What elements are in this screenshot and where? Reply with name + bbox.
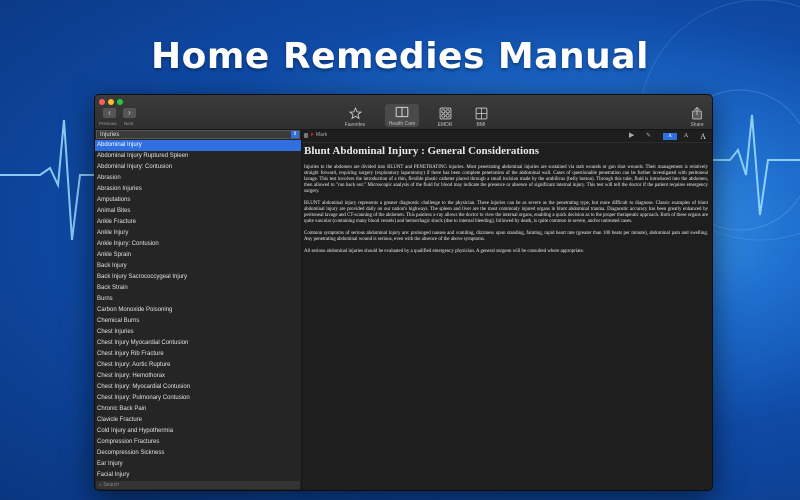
previous-button[interactable]: ‹ [103,108,116,118]
list-item[interactable]: Abdominal Injury [95,140,301,151]
list-item[interactable]: Chemical Burns [95,316,301,327]
list-item[interactable]: Compression Fractures [95,437,301,448]
list-item[interactable]: Clavicle Fracture [95,415,301,426]
calculator-icon [475,107,487,119]
list-item[interactable]: Back Injury Sacrococcygeal Injury [95,272,301,283]
play-icon[interactable]: ▶ [629,132,634,140]
list-item[interactable]: Back Injury [95,261,301,272]
font-small-button[interactable]: A [663,133,677,140]
next-button[interactable]: › [123,108,136,118]
edit-icon[interactable]: ✎ [646,132,651,140]
next-label: Next [124,121,134,126]
category-select[interactable]: Injuries ⇕ [96,130,300,139]
list-item[interactable]: Ankle Fracture [95,217,301,228]
previous-label: Previous [99,121,117,126]
health-care-button[interactable]: Health Care [385,104,419,127]
list-item[interactable]: Chest Injury: Pulmonary Contusion [95,393,301,404]
sidebar: Injuries ⇕ Abdominal Injury Abdominal Inj… [95,130,302,490]
emdr-button[interactable]: EMDR [428,105,462,128]
app-window: ‹ Previous › Next Favorites Health Care [94,94,713,491]
article-toolbar: ➤ Mark ▶ ✎ A A A [302,130,712,143]
mark-arrow-icon: ➤ [310,132,315,138]
list-item[interactable]: Chest Injury Rib Fracture [95,349,301,360]
article-pane: ➤ Mark ▶ ✎ A A A Blunt Abdominal Injury … [302,130,712,490]
list-item[interactable]: Chest Injury Myocardial Contusion [95,338,301,349]
chevron-right-icon: › [128,108,131,117]
list-item[interactable]: Carbon Monoxide Poisoning [95,305,301,316]
minimize-window-button[interactable] [108,99,114,105]
search-icon: ⌕ [99,482,102,488]
article-paragraph: BLUNT abdominal injury represents a grea… [304,201,708,224]
list-item[interactable]: Chest Injury: Myocardial Contusion [95,382,301,393]
list-item[interactable]: Abdominal Injury Ruptured Spleen [95,151,301,162]
grid-icon [439,107,451,119]
window-toolbar: ‹ Previous › Next Favorites Health Care [95,95,712,130]
list-item[interactable]: Facial Injury [95,470,301,481]
article-paragraph: All serious abdominal injuries should be… [304,249,584,254]
article-paragraph: Common symptoms of serious abdominal inj… [304,231,708,242]
favorites-button[interactable]: Favorites [338,105,372,128]
list-item[interactable]: Ankle Injury: Contusion [95,239,301,250]
article-title: Blunt Abdominal Injury : General Conside… [304,145,540,157]
zoom-window-button[interactable] [117,99,123,105]
chevron-down-icon: ⇕ [291,131,299,138]
list-item[interactable]: Abrasion [95,173,301,184]
favorites-label: Favorites [344,122,366,128]
topic-list: Abdominal Injury Abdominal Injury Rupture… [95,140,301,481]
share-icon [692,106,702,119]
list-item[interactable]: Burns [95,294,301,305]
mark-label[interactable]: Mark [316,132,327,138]
list-item[interactable]: Abrasion Injuries [95,184,301,195]
chevron-left-icon: ‹ [108,108,111,117]
font-medium-button[interactable]: A [679,133,693,140]
list-item[interactable]: Animal Bites [95,206,301,217]
bmi-button[interactable]: BMI [464,105,498,128]
font-large-button[interactable]: A [696,133,710,141]
list-item[interactable]: Chronic Back Pain [95,404,301,415]
list-item[interactable]: Ear Injury [95,459,301,470]
list-item[interactable]: Ankle Sprain [95,250,301,261]
bmi-label: BMI [476,122,486,128]
article-paragraph: Injuries to the abdomen are divided into… [304,165,708,194]
list-item[interactable]: Ankle Injury [95,228,301,239]
article-body: Blunt Abdominal Injury : General Conside… [304,145,708,261]
list-item[interactable]: Cold Injury and Hypothermia [95,426,301,437]
close-window-button[interactable] [99,99,105,105]
list-item[interactable]: Decompression Sickness [95,448,301,459]
emdr-label: EMDR [437,122,453,128]
app-title-banner: Home Remedies Manual [151,36,649,77]
list-item[interactable]: Abdominal Injury: Contusion [95,162,301,173]
list-item[interactable]: Amputations [95,195,301,206]
search-field[interactable]: ⌕ Search [96,481,300,489]
star-icon [348,106,362,119]
book-icon [395,106,409,118]
list-item[interactable]: Chest Injuries [95,327,301,338]
list-item[interactable]: Chest Injury: Aortic Rupture [95,360,301,371]
search-placeholder: Search [103,482,120,488]
share-button[interactable]: Share [685,105,709,128]
bookmark-icon[interactable] [304,133,308,138]
share-label: Share [690,122,704,128]
list-item[interactable]: Chest Injury: Hemothorax [95,371,301,382]
category-select-value: Injuries [100,132,120,138]
list-item[interactable]: Back Strain [95,283,301,294]
health-care-label: Health Care [388,121,416,127]
